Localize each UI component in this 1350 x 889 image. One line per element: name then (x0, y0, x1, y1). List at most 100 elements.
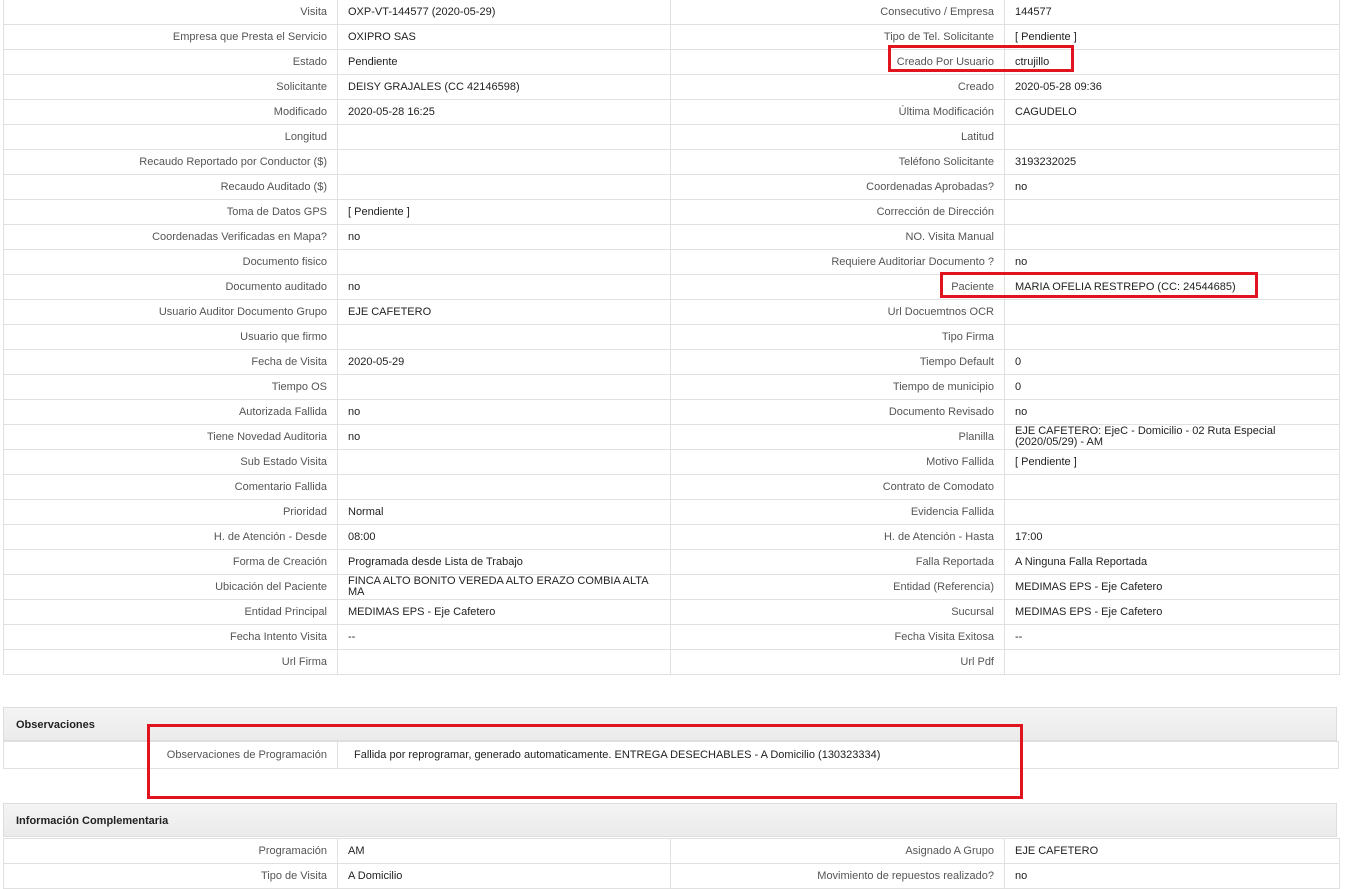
documento-revisado-value: no (1004, 399, 1340, 425)
h-de-atencion-hasta-value: 17:00 (1004, 524, 1340, 550)
url-docuemtnos-ocr-value (1004, 299, 1340, 325)
table-row: Ubicación del Paciente FINCA ALTO BONITO … (3, 574, 1340, 600)
table-row: Sub Estado Visita Motivo Fallida[ Pendien… (3, 449, 1340, 475)
fecha-de-visita-label: Fecha de Visita (3, 349, 338, 375)
asignado-a-grupo-value: EJE CAFETERO (1004, 838, 1340, 864)
tiempo-de-municipio-value: 0 (1004, 374, 1340, 400)
no-visita-manual-value (1004, 224, 1340, 250)
table-row: Toma de Datos GPS[ Pendiente ] Corrección… (3, 199, 1340, 225)
sub-estado-visita-value (337, 449, 671, 475)
documento-fisico-label: Documento fisico (3, 249, 338, 275)
table-row: Url Firma Url Pdf (3, 649, 1340, 675)
correccion-de-direccion-value (1004, 199, 1340, 225)
table-row: Visita OXP-VT-144577 (2020-05-29) Consecut… (3, 0, 1340, 25)
planilla-label: Planilla (670, 424, 1005, 450)
modificado-label: Modificado (3, 99, 338, 125)
creado-value: 2020-05-28 09:36 (1004, 74, 1340, 100)
recaudo-auditado-value (337, 174, 671, 200)
url-pdf-label: Url Pdf (670, 649, 1005, 675)
h-de-atencion-desde-value: 08:00 (337, 524, 671, 550)
table-row: Usuario que firmo Tipo Firma (3, 324, 1340, 350)
latitud-value (1004, 124, 1340, 150)
fecha-intento-visita-value: -- (337, 624, 671, 650)
forma-de-creacion-label: Forma de Creación (3, 549, 338, 575)
table-row: Longitud Latitud (3, 124, 1340, 150)
motivo-fallida-label: Motivo Fallida (670, 449, 1005, 475)
coordenadas-aprobadas-value: no (1004, 174, 1340, 200)
tiempo-default-label: Tiempo Default (670, 349, 1005, 375)
h-de-atencion-desde-label: H. de Atención - Desde (3, 524, 338, 550)
table-row: Documento auditado no Paciente MARIA OFELIA… (3, 274, 1340, 300)
tiempo-default-value: 0 (1004, 349, 1340, 375)
estado-value: Pendiente (337, 49, 671, 75)
table-row: Tiempo OS Tiempo de municipio 0 (3, 374, 1340, 400)
table-row: Documento fisico Requiere Auditoriar Docu… (3, 249, 1340, 275)
asignado-a-grupo-label: Asignado A Grupo (670, 838, 1005, 864)
table-row: H. de Atención - Desde 08:00 H. de Atenció… (3, 524, 1340, 550)
informacion-complementaria-table: Programación AM Asignado A Grupo EJE CAFETE… (3, 838, 1340, 889)
motivo-fallida-value: [ Pendiente ] (1004, 449, 1340, 475)
prioridad-label: Prioridad (3, 499, 338, 525)
coordenadas-verificadas-en-mapa-label: Coordenadas Verificadas en Mapa? (3, 224, 338, 250)
documento-auditado-value: no (337, 274, 671, 300)
consecutivo-empresa-value: 144577 (1004, 0, 1340, 25)
prioridad-value: Normal (337, 499, 671, 525)
empresa-que-presta-el-servicio-label: Empresa que Presta el Servicio (3, 24, 338, 50)
table-row: Tipo de Visita A Domicilio Movimiento de r… (3, 863, 1340, 889)
latitud-label: Latitud (670, 124, 1005, 150)
visit-details-table: Visita OXP-VT-144577 (2020-05-29) Consecut… (3, 0, 1340, 675)
falla-reportada-label: Falla Reportada (670, 549, 1005, 575)
entidad-referencia-label: Entidad (Referencia) (670, 574, 1005, 600)
tiene-novedad-auditoria-label: Tiene Novedad Auditoria (3, 424, 338, 450)
comentario-fallida-value (337, 474, 671, 500)
h-de-atencion-hasta-label: H. de Atención - Hasta (670, 524, 1005, 550)
contrato-de-comodato-value (1004, 474, 1340, 500)
fecha-de-visita-value: 2020-05-29 (337, 349, 671, 375)
entidad-principal-value: MEDIMAS EPS - Eje Cafetero (337, 599, 671, 625)
ubicacion-del-paciente-value: FINCA ALTO BONITO VEREDA ALTO ERAZO COMB… (337, 574, 671, 600)
estado-label: Estado (3, 49, 338, 75)
usuario-que-firmo-value (337, 324, 671, 350)
sucursal-value: MEDIMAS EPS - Eje Cafetero (1004, 599, 1340, 625)
programacion-label: Programación (3, 838, 338, 864)
tipo-firma-label: Tipo Firma (670, 324, 1005, 350)
correccion-de-direccion-label: Corrección de Dirección (670, 199, 1005, 225)
documento-fisico-value (337, 249, 671, 275)
table-row: Recaudo Reportado por Conductor ($) Teléf… (3, 149, 1340, 175)
tiene-novedad-auditoria-value: no (337, 424, 671, 450)
visita-label: Visita (3, 0, 338, 25)
table-row: Entidad Principal MEDIMAS EPS - Eje Cafet… (3, 599, 1340, 625)
empresa-que-presta-el-servicio-value: OXIPRO SAS (337, 24, 671, 50)
url-firma-label: Url Firma (3, 649, 338, 675)
table-row: Coordenadas Verificadas en Mapa? no NO. Vi… (3, 224, 1340, 250)
fecha-visita-exitosa-label: Fecha Visita Exitosa (670, 624, 1005, 650)
autorizada-fallida-value: no (337, 399, 671, 425)
longitud-value (337, 124, 671, 150)
tiempo-de-municipio-label: Tiempo de municipio (670, 374, 1005, 400)
informacion-complementaria-header: Información Complementaria (3, 803, 1337, 837)
documento-auditado-label: Documento auditado (3, 274, 338, 300)
entidad-principal-label: Entidad Principal (3, 599, 338, 625)
creado-por-usuario-value: ctrujillo (1004, 49, 1340, 75)
table-row: Empresa que Presta el Servicio OXIPRO SAS… (3, 24, 1340, 50)
solicitante-label: Solicitante (3, 74, 338, 100)
table-row: Programación AM Asignado A Grupo EJE CAFETE… (3, 838, 1340, 864)
ultima-modificacion-value: CAGUDELO (1004, 99, 1340, 125)
autorizada-fallida-label: Autorizada Fallida (3, 399, 338, 425)
observaciones-row: Observaciones de Programación Fallida po… (3, 741, 1339, 769)
movimiento-de-repuestos-realizado-label: Movimiento de repuestos realizado? (670, 863, 1005, 889)
creado-label: Creado (670, 74, 1005, 100)
sucursal-label: Sucursal (670, 599, 1005, 625)
planilla-value: EJE CAFETERO: EjeC - Domicilio - 02 Ruta… (1004, 424, 1340, 450)
ultima-modificacion-label: Última Modificación (670, 99, 1005, 125)
tiempo-os-value (337, 374, 671, 400)
toma-de-datos-gps-value: [ Pendiente ] (337, 199, 671, 225)
table-row: Forma de Creación Programada desde Lista … (3, 549, 1340, 575)
documento-revisado-label: Documento Revisado (670, 399, 1005, 425)
table-row: Modificado 2020-05-28 16:25 Última Modific… (3, 99, 1340, 125)
fecha-visita-exitosa-value: -- (1004, 624, 1340, 650)
tipo-de-tel-solicitante-label: Tipo de Tel. Solicitante (670, 24, 1005, 50)
observaciones-programacion-label: Observaciones de Programación (4, 742, 338, 768)
coordenadas-verificadas-en-mapa-value: no (337, 224, 671, 250)
tipo-de-tel-solicitante-value: [ Pendiente ] (1004, 24, 1340, 50)
